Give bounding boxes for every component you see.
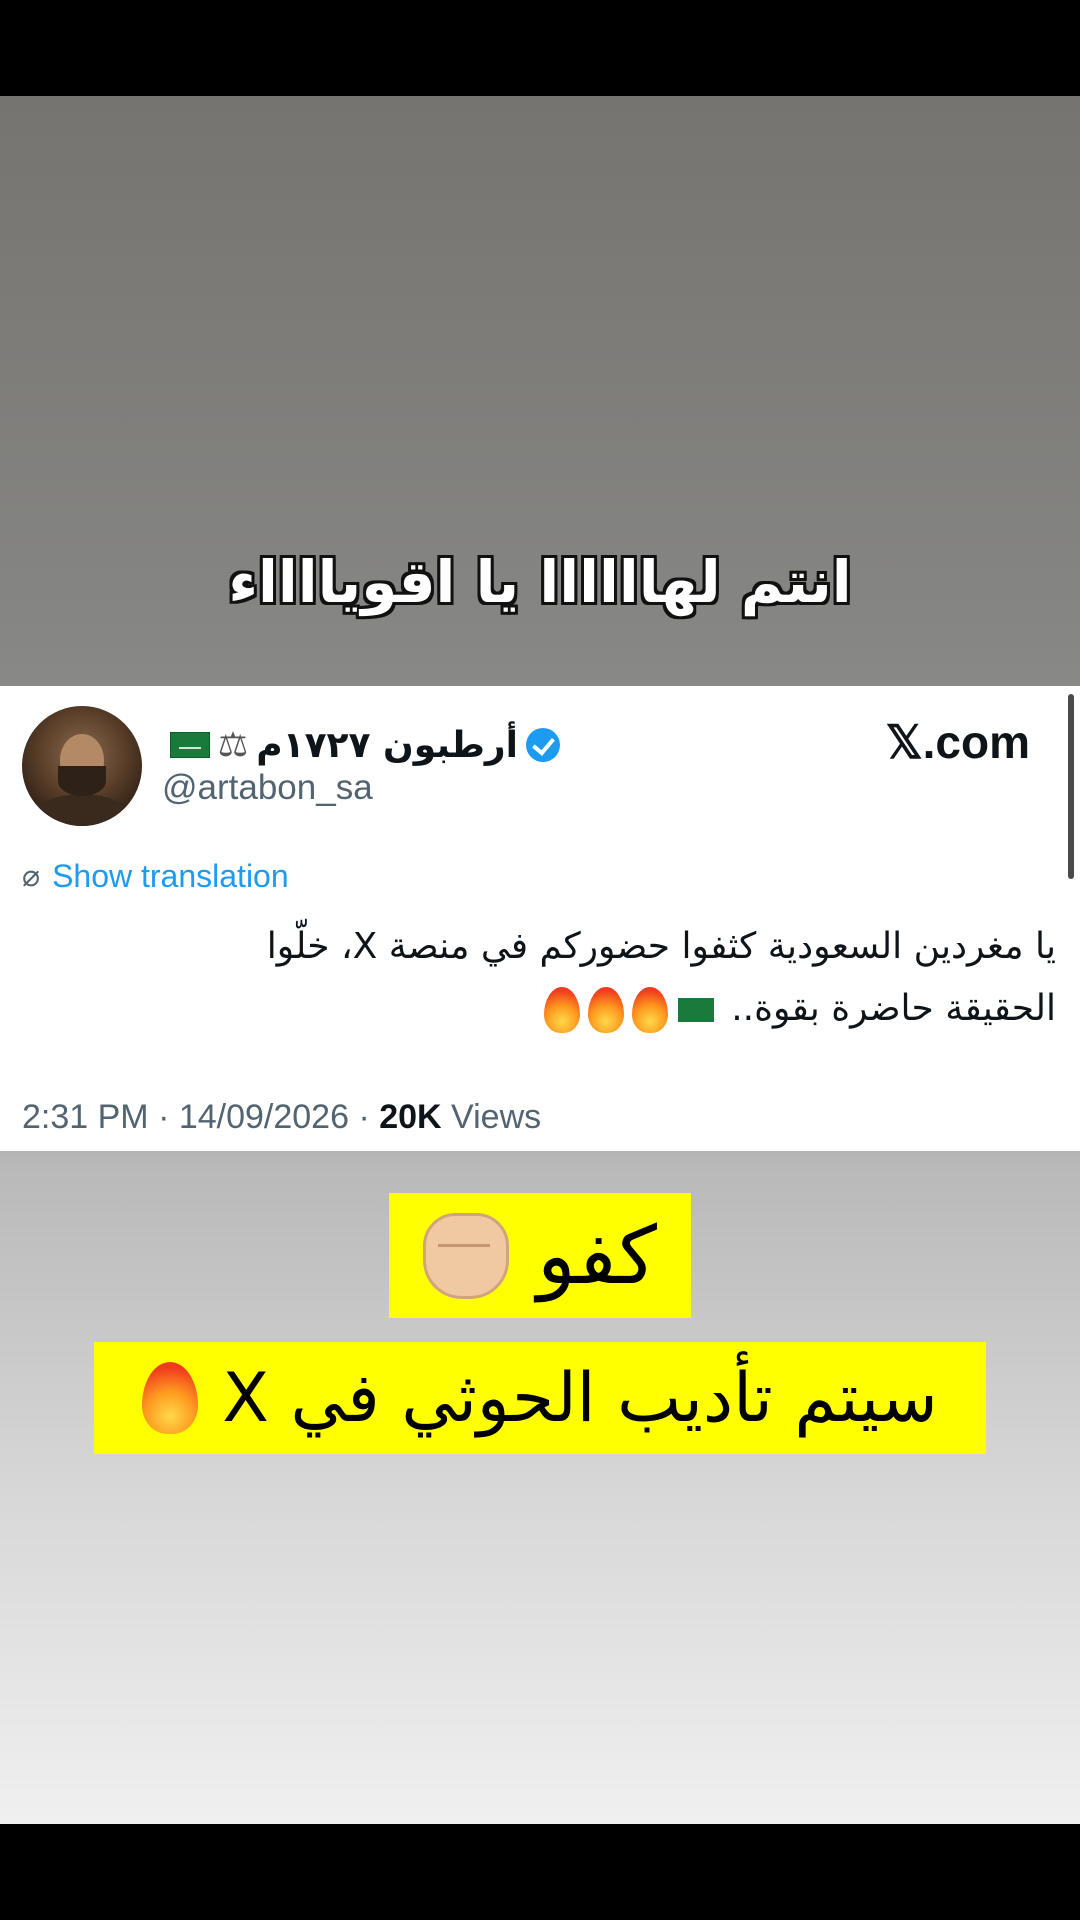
fist-icon <box>423 1212 510 1299</box>
show-translation-link[interactable]: ⌀ Show translation <box>22 858 289 895</box>
video-frame: انتم لهاااااا يا اقويااااء أرطبون ۱۷۲۷م … <box>0 0 1080 1920</box>
tweet-text-line-2: الحقيقة حاضرة بقوة.. <box>731 988 1056 1029</box>
translate-icon: ⌀ <box>22 860 41 893</box>
avatar-beard <box>58 766 106 796</box>
avatar-robe <box>32 794 132 826</box>
overlay-line-1: كفو <box>537 1209 657 1302</box>
fire-icon <box>142 1362 199 1434</box>
display-name: أرطبون ۱۷۲۷م <box>256 724 518 766</box>
saudi-flag-icon <box>169 732 210 758</box>
overlay-highlight-1: كفو <box>389 1193 691 1318</box>
avatar[interactable] <box>22 706 142 826</box>
scrollbar[interactable] <box>1068 694 1074 879</box>
display-name-row[interactable]: أرطبون ۱۷۲۷م ⚖ <box>160 720 560 770</box>
fire-icon <box>587 987 624 1033</box>
tweet-text: يا مغردين السعودية كثفوا حضوركم في منصة … <box>36 916 1056 1040</box>
tweet-text-line-2-wrap: الحقيقة حاضرة بقوة.. <box>36 978 1056 1040</box>
overlay-line-2: سيتم تأديب الحوثي في X <box>222 1358 938 1438</box>
tweet-text-line-1: يا مغردين السعودية كثفوا حضوركم في منصة … <box>266 926 1056 967</box>
views-label: Views <box>441 1098 542 1136</box>
fire-icon <box>543 987 580 1033</box>
x-brand-logo: 𝕏.com <box>885 716 1030 768</box>
show-translation-label: Show translation <box>52 858 289 894</box>
tweet-meta: 2:31 PM · 14/09/2026 · 20K Views <box>22 1098 541 1137</box>
user-handle[interactable]: @artabon_sa <box>162 768 373 808</box>
fire-icon <box>631 987 668 1033</box>
tweet-timestamp[interactable]: 2:31 PM · 14/09/2026 · <box>22 1098 379 1136</box>
verified-badge-icon <box>526 728 560 762</box>
overlay-highlight-2: سيتم تأديب الحوثي في X <box>94 1342 986 1454</box>
saudi-flag-icon <box>677 998 714 1022</box>
scale-icon: ⚖ <box>217 725 249 765</box>
views-count: 20K <box>379 1098 442 1136</box>
caption-top: انتم لهاااااا يا اقويااااء <box>228 548 852 616</box>
